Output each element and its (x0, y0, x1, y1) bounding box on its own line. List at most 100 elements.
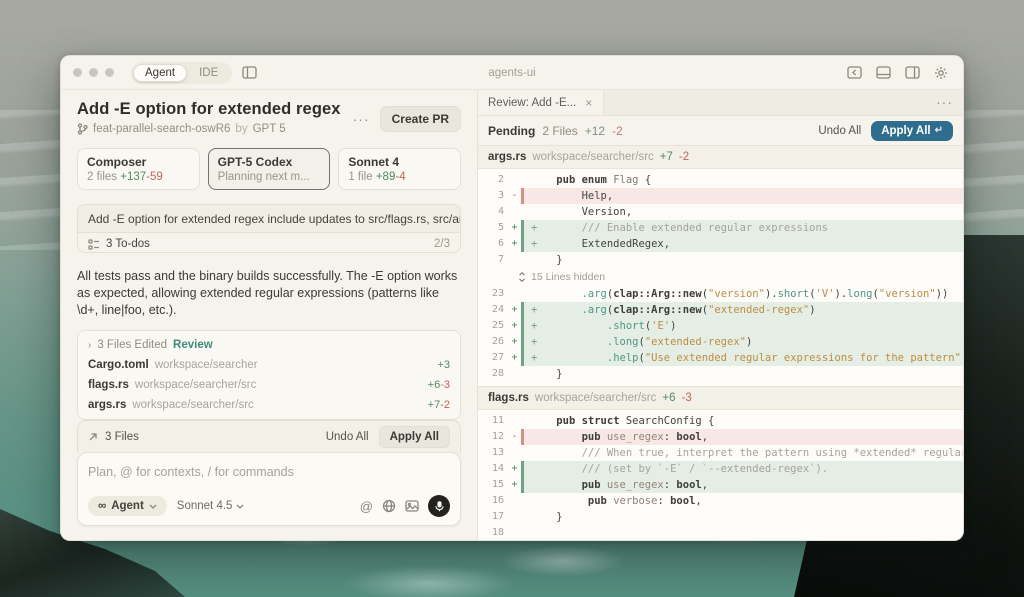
chevron-right-icon: › (88, 340, 91, 351)
unfold-icon (518, 272, 526, 282)
line-number: 18 (478, 525, 508, 540)
diff-file-header[interactable]: flags.rsworkspace/searcher/src+6-3 (478, 386, 963, 410)
settings-button[interactable] (931, 63, 951, 83)
globe-icon (382, 499, 396, 513)
diff-section: flags.rsworkspace/searcher/src+6-311 pub… (478, 386, 963, 540)
change-marker (508, 509, 521, 525)
model-run-card[interactable]: Sonnet 41 file +89-4 (338, 148, 461, 190)
branch-name[interactable]: feat-parallel-search-oswR6 (93, 123, 230, 135)
review-apply-all-button[interactable]: Apply All ↵ (871, 121, 953, 141)
model-run-card[interactable]: Composer2 files +137-59 (77, 148, 200, 190)
file-path: workspace/searcher/src (535, 392, 656, 404)
diff-line: 11 pub struct SearchConfig { (478, 413, 963, 429)
message-input[interactable] (88, 465, 450, 479)
diff-line: 25++ .short('E') (478, 318, 963, 334)
diff-file-header[interactable]: args.rsworkspace/searcher/src+7-2 (478, 146, 963, 169)
removed-count: -3 (681, 392, 691, 404)
diff-line: 7 } (478, 252, 963, 268)
todos-row[interactable]: 3 To-dos 2/3 (78, 233, 460, 253)
agent-mode-select[interactable]: ∞ Agent (88, 496, 167, 516)
code-token: "version" (708, 288, 765, 300)
voice-input-button[interactable] (428, 495, 450, 517)
code-token: 'V' (816, 288, 835, 300)
diff-line: 27++ .help("Use extended regular express… (478, 350, 963, 366)
line-number: 5 (478, 220, 508, 236)
edited-file-row[interactable]: args.rsworkspace/searcher/src+7-2 (78, 395, 460, 415)
code-token: , (702, 431, 708, 443)
change-marker (508, 286, 521, 302)
code-token: .long (607, 336, 639, 348)
model-select[interactable]: Sonnet 4.5 (177, 500, 245, 512)
review-link[interactable]: Review (173, 339, 213, 351)
change-marker: - (508, 188, 521, 204)
apply-all-button[interactable]: Apply All (379, 426, 450, 448)
line-number: 17 (478, 509, 508, 525)
code-token: ) (746, 336, 752, 348)
create-pr-button[interactable]: Create PR (380, 106, 461, 132)
task-menu-button[interactable]: ··· (353, 112, 370, 126)
line-number: 16 (478, 493, 508, 509)
review-pane: Review: Add -E... × ··· Pending 2 Files … (478, 90, 963, 540)
diff-section: args.rsworkspace/searcher/src+7-22 pub e… (478, 146, 963, 386)
diff-line: 28 } (478, 366, 963, 382)
web-button[interactable] (382, 499, 396, 513)
change-marker (508, 413, 521, 429)
code-token (531, 174, 556, 186)
review-undo-all-button[interactable]: Undo All (818, 125, 861, 137)
code-token (531, 415, 556, 427)
traffic-light-close[interactable] (73, 68, 82, 77)
added-count: +7 (428, 399, 441, 411)
code-text: + .help("Use extended regular expression… (521, 350, 963, 366)
todos-label: 3 To-dos (106, 238, 150, 250)
file-stats: +7-2 (428, 399, 450, 411)
tab-ide[interactable]: IDE (187, 64, 230, 82)
code-token: Help, (531, 190, 613, 202)
code-token: ). (765, 288, 778, 300)
toggle-bottom-panel-button[interactable] (873, 63, 894, 82)
panel-left-collapse-icon (847, 66, 862, 79)
card-sub-text: 2 files (87, 171, 120, 183)
hidden-lines-text: 15 Lines hidden (531, 269, 605, 285)
prompt-card[interactable]: Add -E option for extended regex include… (77, 204, 461, 253)
attach-image-button[interactable] (405, 500, 419, 512)
undo-all-button[interactable]: Undo All (326, 431, 369, 443)
code-token: ExtendedRegex, (537, 238, 670, 250)
change-marker: - (508, 429, 521, 445)
mention-button[interactable]: @ (360, 499, 373, 514)
added-count: +6 (428, 379, 441, 391)
arrow-up-right-icon (88, 432, 98, 442)
pending-removed-count: -2 (612, 124, 623, 138)
review-tab[interactable]: Review: Add -E... × (478, 90, 604, 115)
collapse-left-panel-button[interactable] (844, 63, 865, 82)
diff-viewer[interactable]: args.rsworkspace/searcher/src+7-22 pub e… (478, 146, 963, 540)
change-marker: + (508, 302, 521, 318)
file-name: args.rs (488, 151, 526, 163)
line-number: 6 (478, 236, 508, 252)
code-token: use_regex (607, 431, 664, 443)
traffic-light-zoom[interactable] (105, 68, 114, 77)
code-token: Flag (613, 174, 638, 186)
change-marker (508, 366, 521, 382)
toggle-right-panel-button[interactable] (902, 63, 923, 82)
model-run-card[interactable]: GPT-5 CodexPlanning next m... (208, 148, 331, 190)
edited-file-row[interactable]: Cargo.tomlworkspace/searcher+3 (78, 355, 460, 375)
close-tab-button[interactable]: × (584, 97, 593, 109)
files-edited-header[interactable]: › 3 Files Edited Review (78, 333, 460, 355)
hidden-lines-expander[interactable]: 15 Lines hidden (478, 268, 963, 286)
sidebar-toggle-button[interactable] (239, 63, 260, 82)
files-edited-label: 3 Files Edited (97, 339, 167, 351)
code-token: .short (607, 320, 645, 332)
line-number: 27 (478, 350, 508, 366)
code-token: clap::Arg::new (613, 288, 702, 300)
traffic-light-minimize[interactable] (89, 68, 98, 77)
diff-line: 4 Version, (478, 204, 963, 220)
pending-summary-row: Pending 2 Files +12 -2 Undo All Apply Al… (478, 116, 963, 146)
file-path: workspace/searcher/src (135, 379, 256, 391)
model-run-cards: Composer2 files +137-59GPT-5 CodexPlanni… (77, 148, 461, 190)
diff-code-block: 11 pub struct SearchConfig {12- pub use_… (478, 410, 963, 540)
code-token: short (778, 288, 810, 300)
tab-agent[interactable]: Agent (133, 64, 187, 82)
review-menu-button[interactable]: ··· (936, 95, 953, 109)
infinity-icon: ∞ (98, 500, 106, 512)
edited-file-row[interactable]: flags.rsworkspace/searcher/src+6-3 (78, 375, 460, 395)
